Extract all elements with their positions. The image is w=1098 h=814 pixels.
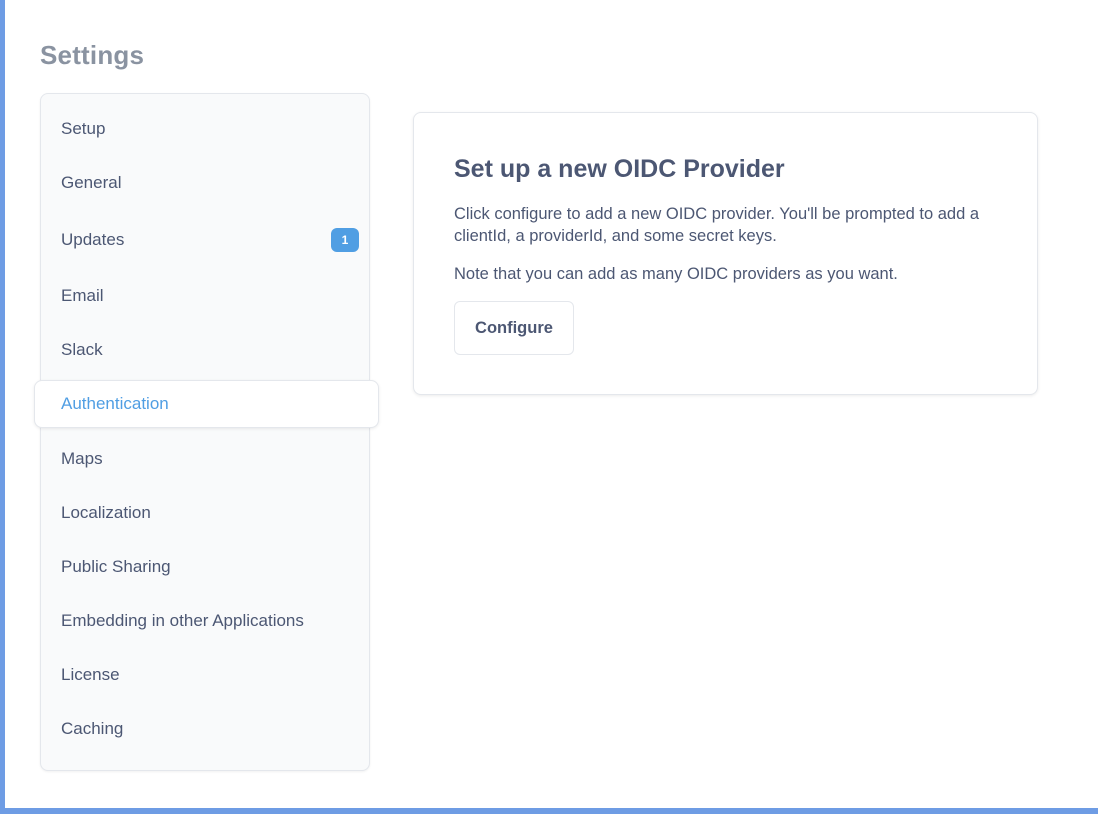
sidebar-item-caching[interactable]: Caching	[61, 714, 361, 744]
sidebar-item-authentication[interactable]: Authentication	[34, 380, 379, 428]
window-border-bottom	[0, 808, 1098, 814]
sidebar-item-label: Public Sharing	[61, 557, 171, 576]
sidebar-item-label: Authentication	[61, 394, 169, 413]
app-window: Settings Setup General Updates 1 Email S…	[0, 0, 1098, 814]
sidebar-item-label: Localization	[61, 503, 151, 522]
page-title: Settings	[40, 40, 145, 70]
sidebar-item-setup[interactable]: Setup	[61, 114, 361, 144]
sidebar-item-license[interactable]: License	[61, 660, 361, 690]
sidebar-item-label: Maps	[61, 449, 103, 468]
sidebar-item-label: Embedding in other Applications	[61, 611, 304, 630]
sidebar-item-maps[interactable]: Maps	[61, 444, 361, 474]
sidebar-item-updates[interactable]: Updates 1	[61, 225, 361, 255]
window-border-left	[0, 0, 5, 814]
sidebar-item-label: Slack	[61, 340, 103, 359]
sidebar-item-email[interactable]: Email	[61, 281, 361, 311]
updates-count-badge: 1	[331, 228, 359, 252]
configure-button[interactable]: Configure	[454, 301, 574, 355]
card-title: Set up a new OIDC Provider	[454, 155, 785, 183]
sidebar-item-label: Email	[61, 286, 104, 305]
sidebar-item-localization[interactable]: Localization	[61, 498, 361, 528]
oidc-provider-card: Set up a new OIDC Provider Click configu…	[413, 112, 1038, 395]
sidebar-item-public-sharing[interactable]: Public Sharing	[61, 552, 361, 582]
sidebar-item-general[interactable]: General	[61, 168, 361, 198]
sidebar-item-slack[interactable]: Slack	[61, 335, 361, 365]
sidebar-item-label: Updates	[61, 230, 125, 249]
settings-sidebar: Setup General Updates 1 Email Slack Auth…	[34, 93, 379, 771]
sidebar-item-label: Caching	[61, 719, 124, 738]
card-description: Click configure to add a new OIDC provid…	[454, 205, 980, 245]
card-note: Note that you can add as many OIDC provi…	[454, 265, 898, 283]
sidebar-item-label: Setup	[61, 119, 106, 138]
sidebar-item-label: General	[61, 173, 122, 192]
sidebar-item-embedding[interactable]: Embedding in other Applications	[61, 606, 361, 636]
sidebar-item-label: License	[61, 665, 120, 684]
